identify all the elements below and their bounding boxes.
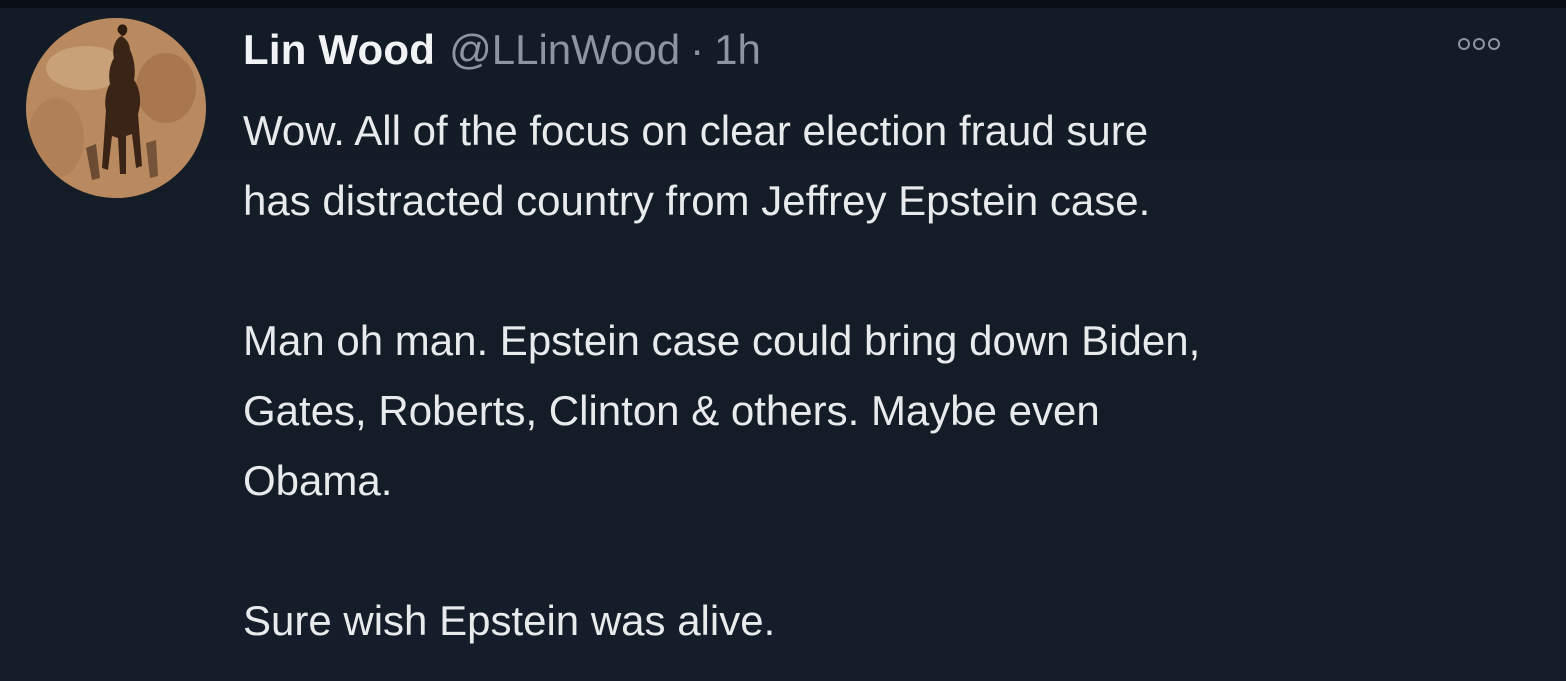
- author-handle[interactable]: @LLinWood: [449, 26, 680, 74]
- top-edge-divider: [0, 0, 1566, 8]
- tweet-text: Wow. All of the focus on clear election …: [243, 96, 1533, 656]
- more-dot: [1473, 38, 1485, 50]
- tweet-paragraph: Sure wish Epstein was alive.: [243, 586, 1533, 656]
- more-dot: [1458, 38, 1470, 50]
- tweet-paragraph: Man oh man. Epstein case could bring dow…: [243, 306, 1533, 516]
- tweet-line: has distracted country from Jeffrey Epst…: [243, 177, 1151, 224]
- tweet-paragraph: Wow. All of the focus on clear election …: [243, 96, 1533, 236]
- timestamp[interactable]: 1h: [714, 26, 761, 74]
- tweet-line: Wow. All of the focus on clear election …: [243, 107, 1149, 154]
- author-name[interactable]: Lin Wood: [243, 26, 435, 74]
- tweet-card: Lin Wood @LLinWood · 1h Wow. All of the …: [0, 0, 1566, 681]
- more-dot: [1488, 38, 1500, 50]
- tweet-line: Obama.: [243, 457, 393, 504]
- tweet-line: Sure wish Epstein was alive.: [243, 597, 776, 644]
- tweet-header: Lin Wood @LLinWood · 1h: [243, 22, 761, 78]
- more-options-icon[interactable]: [1458, 34, 1522, 54]
- avatar[interactable]: [26, 18, 206, 198]
- tweet-line: Man oh man. Epstein case could bring dow…: [243, 317, 1201, 364]
- tweet-line: Gates, Roberts, Clinton & others. Maybe …: [243, 387, 1100, 434]
- separator-dot: ·: [690, 26, 705, 73]
- avatar-horse-rider-icon: [26, 18, 206, 198]
